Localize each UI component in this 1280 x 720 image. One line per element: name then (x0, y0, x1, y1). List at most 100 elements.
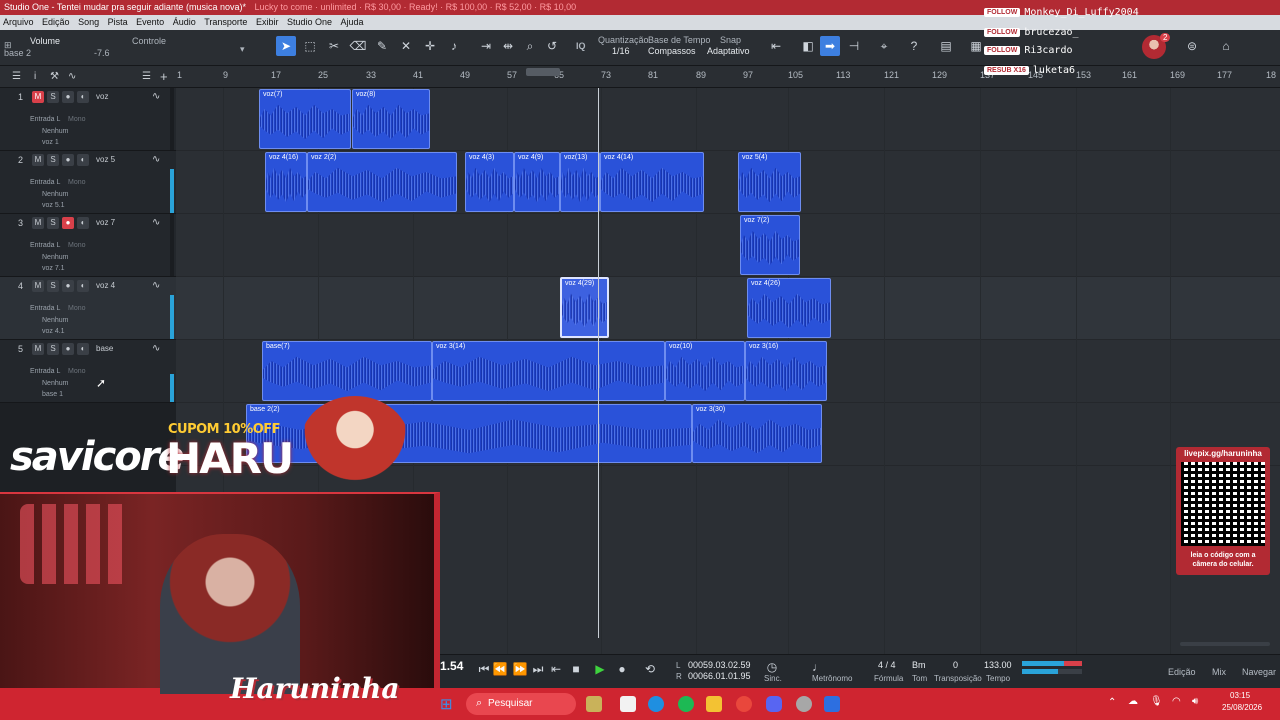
track-name[interactable]: base (96, 344, 113, 353)
audio-clip[interactable]: voz(8) (352, 89, 430, 149)
output-none[interactable]: Nenhum (42, 317, 68, 324)
automation-icon[interactable]: ∿ (152, 343, 160, 354)
menu-audio[interactable]: Áudio (173, 17, 196, 27)
audio-clip[interactable]: base(7) (262, 341, 432, 401)
menu-exibir[interactable]: Exibir (256, 17, 279, 27)
output-none[interactable]: Nenhum (42, 380, 68, 387)
mic-icon[interactable]: 🎙︎ (1150, 696, 1163, 707)
track-header-5[interactable]: 5 M S ● ◐ base ∿ Entrada L Mono Nenhum b… (0, 340, 176, 403)
iq-label[interactable]: IQ (576, 41, 586, 51)
rewind-icon[interactable]: ⏪ (490, 659, 510, 679)
forward-end-icon[interactable]: ⏭ (528, 659, 548, 679)
taskbar-search[interactable]: Pesquisar (466, 693, 576, 715)
menu-evento[interactable]: Evento (136, 17, 164, 27)
loop-start-icon[interactable]: ⇤ (546, 659, 566, 679)
track-header-2[interactable]: 2 M S ● ◐ voz 5 ∿ Entrada L Mono Nenhum … (0, 151, 176, 214)
wifi-icon[interactable]: ◠ (1172, 696, 1181, 707)
record-icon[interactable]: ● (612, 659, 632, 679)
menu-edicao[interactable]: Edição (42, 17, 70, 27)
solo-button[interactable]: S (47, 343, 59, 355)
track-header-4[interactable]: 4 M S ● ◐ voz 4 ∿ Entrada L Mono Nenhum … (0, 277, 176, 340)
monitor-button[interactable]: ◐ (77, 154, 89, 166)
video-icon[interactable]: ▤ (936, 36, 956, 56)
listen-tool-icon[interactable]: ♪ (444, 36, 464, 56)
input-label[interactable]: Entrada L (30, 116, 60, 123)
audio-clip[interactable]: voz 4(26) (747, 278, 831, 338)
track-selector[interactable]: base 2 (4, 48, 31, 58)
discord-icon[interactable] (766, 696, 782, 712)
play-icon[interactable]: ▶ (590, 659, 610, 679)
snap-toggle-icon[interactable]: ⇤ (766, 36, 786, 56)
grid-view-icon[interactable]: ▦ (966, 36, 986, 56)
autoscroll-icon[interactable]: ➡ (820, 36, 840, 56)
output-none[interactable]: Nenhum (42, 128, 68, 135)
spotify-icon[interactable] (678, 696, 694, 712)
menu-ajuda[interactable]: Ajuda (341, 17, 364, 27)
record-arm-button[interactable]: ● (62, 343, 74, 355)
time-signature[interactable]: 4 / 4 (878, 660, 896, 670)
timebase-value[interactable]: Compassos (648, 46, 696, 56)
record-arm-button[interactable]: ● (62, 154, 74, 166)
track-name[interactable]: voz (96, 92, 108, 101)
split-tool-icon[interactable]: ✂ (324, 36, 344, 56)
input-label[interactable]: Entrada L (30, 368, 60, 375)
focus-icon[interactable]: ⌖ (874, 36, 894, 56)
audio-clip[interactable]: voz 4(14) (600, 152, 704, 212)
audio-clip[interactable]: voz 4(3) (465, 152, 514, 212)
tab-edit[interactable]: Edição (1168, 667, 1196, 677)
playhead-cursor[interactable] (598, 88, 599, 638)
bend-tool-icon[interactable]: ✛ (420, 36, 440, 56)
audio-clip[interactable]: voz(10) (665, 341, 745, 401)
audio-clip-selected[interactable]: voz 4(29) (560, 277, 609, 338)
menu-song[interactable]: Song (78, 17, 99, 27)
output-label[interactable]: base 1 (42, 391, 63, 398)
automation-icon[interactable]: ∿ (68, 71, 76, 82)
loop-icon[interactable]: ⟲ (640, 659, 660, 679)
solo-button[interactable]: S (47, 217, 59, 229)
automation-icon[interactable]: ∿ (152, 154, 160, 165)
studio-one-icon[interactable] (824, 696, 840, 712)
left-locator[interactable]: 00059.03.02.59 (688, 660, 751, 670)
track-header-1[interactable]: 1 M S ● ◐ voz ∿ Entrada L Mono Nenhum vo… (0, 88, 176, 151)
fit-icon[interactable]: ⇥ (476, 36, 496, 56)
stretch-icon[interactable]: ⇹ (498, 36, 518, 56)
add-track-icon[interactable]: + (160, 69, 168, 84)
track-header-3[interactable]: 3 M S ● ◐ voz 7 ∿ Entrada L Mono Nenhum … (0, 214, 176, 277)
horizontal-scrollbar[interactable] (1180, 642, 1270, 646)
arrow-tool-icon[interactable]: ➤ (276, 36, 296, 56)
control-dropdown-icon[interactable]: ▾ (240, 44, 245, 55)
mute-button[interactable]: M (32, 154, 44, 166)
input-label[interactable]: Entrada L (30, 305, 60, 312)
audio-clip[interactable]: voz 5(4) (738, 152, 801, 212)
stop-icon[interactable]: ■ (566, 659, 586, 679)
automation-icon[interactable]: ∿ (152, 91, 160, 102)
key-value[interactable]: Bm (912, 660, 926, 670)
audio-clip[interactable]: voz 7(2) (740, 215, 800, 275)
list-icon[interactable]: ☰ (142, 71, 151, 82)
audio-clip[interactable]: voz(7) (259, 89, 351, 149)
widget-icon[interactable] (586, 696, 602, 712)
right-locator[interactable]: 00066.01.01.95 (688, 671, 751, 681)
paint-tool-icon[interactable]: ✎ (372, 36, 392, 56)
track-name[interactable]: voz 5 (96, 155, 115, 164)
loop-range-marker[interactable] (526, 68, 560, 76)
monitor-button[interactable]: ◐ (77, 280, 89, 292)
output-label[interactable]: voz 1 (42, 139, 59, 146)
solo-button[interactable]: S (47, 154, 59, 166)
clock-time[interactable]: 03:15 (1230, 691, 1250, 700)
menu-pista[interactable]: Pista (108, 17, 128, 27)
follow-icon[interactable]: ⊣ (844, 36, 864, 56)
info-icon[interactable]: i (34, 71, 36, 82)
solo-button[interactable]: S (47, 91, 59, 103)
obs-icon[interactable] (796, 696, 812, 712)
volume-icon[interactable]: 🔊︎ (1192, 696, 1198, 707)
edge-icon[interactable] (648, 696, 664, 712)
quantize-value[interactable]: 1/16 (612, 46, 630, 56)
mute-button[interactable]: M (32, 280, 44, 292)
automation-icon[interactable]: ∿ (152, 217, 160, 228)
mute-button[interactable]: M (32, 343, 44, 355)
zoom-icon[interactable]: ⌕ (520, 36, 540, 56)
record-arm-button[interactable]: ● (62, 91, 74, 103)
audio-clip[interactable]: voz 3(14) (432, 341, 665, 401)
output-label[interactable]: voz 5.1 (42, 202, 65, 209)
